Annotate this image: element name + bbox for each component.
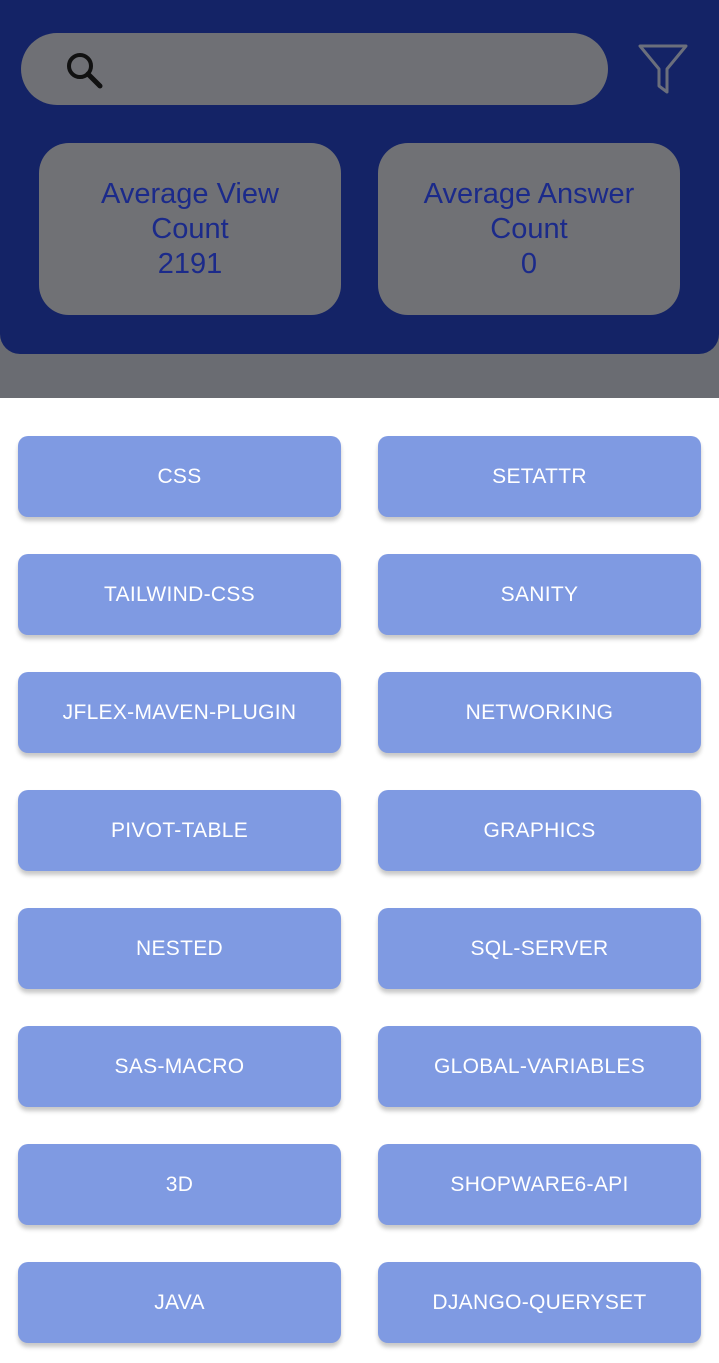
- header-panel: Average View Count 2191 Average Answer C…: [0, 0, 719, 354]
- tag-button[interactable]: JAVA: [18, 1262, 341, 1343]
- tag-button[interactable]: CSS: [18, 436, 341, 517]
- tag-button[interactable]: NETWORKING: [378, 672, 701, 753]
- tag-button[interactable]: NESTED: [18, 908, 341, 989]
- tag-button[interactable]: GRAPHICS: [378, 790, 701, 871]
- tag-button[interactable]: SHOPWARE6-API: [378, 1144, 701, 1225]
- average-view-count-value: 2191: [157, 247, 223, 280]
- average-answer-count-label: Average Answer Count: [423, 177, 635, 245]
- average-answer-count-card: Average Answer Count 0: [378, 143, 680, 315]
- tag-button[interactable]: JFLEX-MAVEN-PLUGIN: [18, 672, 341, 753]
- tag-button[interactable]: SANITY: [378, 554, 701, 635]
- tag-button[interactable]: 3D: [18, 1144, 341, 1225]
- app-screen: Average View Count 2191 Average Answer C…: [0, 0, 719, 1363]
- tag-button[interactable]: DJANGO-QUERYSET: [378, 1262, 701, 1343]
- average-answer-count-value: 0: [520, 247, 538, 280]
- tag-button[interactable]: SQL-SERVER: [378, 908, 701, 989]
- average-view-count-card: Average View Count 2191: [39, 143, 341, 315]
- average-view-count-label: Average View Count: [101, 177, 279, 245]
- tag-button[interactable]: SAS-MACRO: [18, 1026, 341, 1107]
- tag-button[interactable]: GLOBAL-VARIABLES: [378, 1026, 701, 1107]
- tag-button[interactable]: PIVOT-TABLE: [18, 790, 341, 871]
- filter-icon[interactable]: [637, 42, 689, 96]
- tag-button[interactable]: SETATTR: [378, 436, 701, 517]
- search-input[interactable]: [21, 33, 608, 105]
- tag-button[interactable]: TAILWIND-CSS: [18, 554, 341, 635]
